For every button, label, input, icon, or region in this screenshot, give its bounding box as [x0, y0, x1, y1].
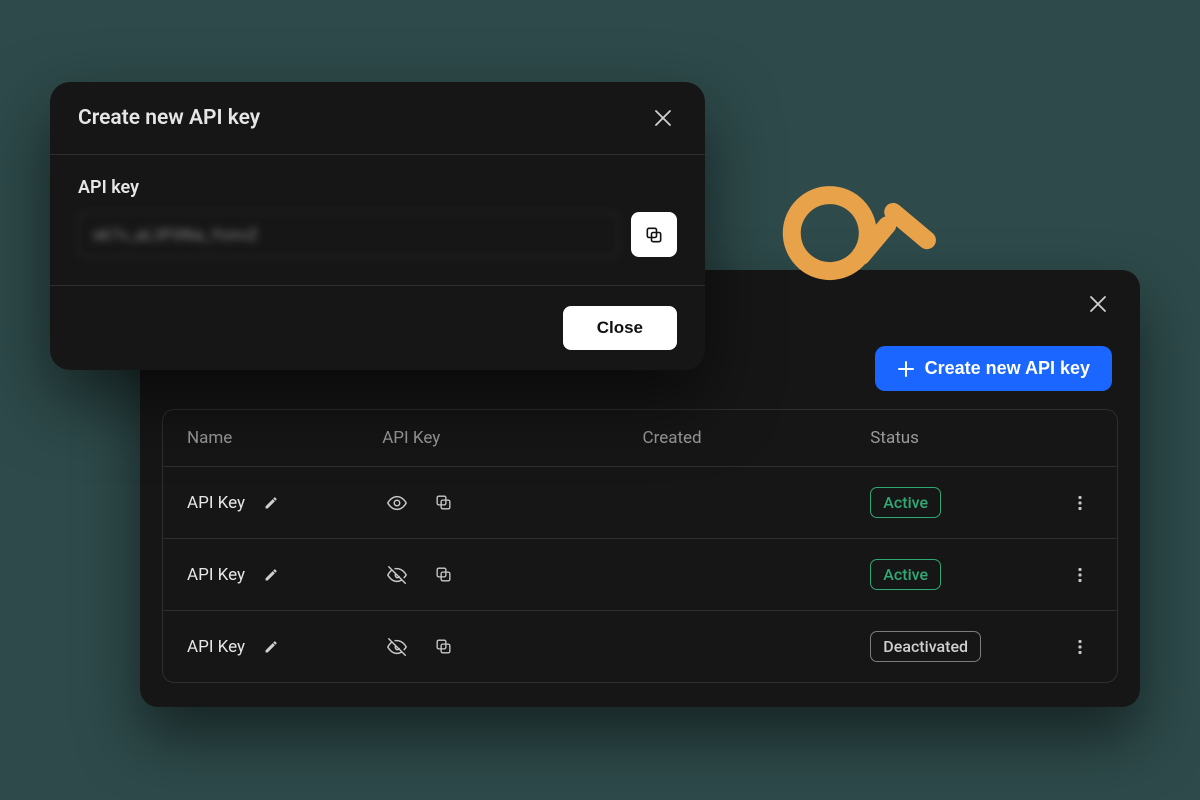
column-header-name: Name: [187, 428, 382, 448]
key-name: API Key: [187, 565, 245, 585]
eye-icon[interactable]: [382, 488, 412, 518]
api-keys-table: Name API Key Created Status API Key: [162, 409, 1118, 683]
close-button[interactable]: Close: [563, 306, 677, 350]
api-key-field-label: API key: [78, 177, 677, 198]
edit-icon[interactable]: [259, 490, 284, 515]
key-name: API Key: [187, 493, 245, 513]
close-icon[interactable]: [649, 104, 677, 132]
edit-icon[interactable]: [259, 562, 284, 587]
copy-icon[interactable]: [430, 489, 457, 516]
table-row: API Key Deactivated: [163, 610, 1117, 682]
dialog-title: Create new API key: [78, 106, 260, 130]
create-new-api-key-button[interactable]: Create new API key: [875, 346, 1112, 391]
edit-icon[interactable]: [259, 634, 284, 659]
key-name: API Key: [187, 637, 245, 657]
table-row: API Key Active: [163, 466, 1117, 538]
table-header-row: Name API Key Created Status: [163, 410, 1117, 466]
api-key-value[interactable]: sk7v_aL3F0Na_YonvZ: [78, 212, 619, 257]
column-header-created: Created: [643, 428, 871, 448]
copy-icon[interactable]: [430, 633, 457, 660]
column-header-status: Status: [870, 428, 1033, 448]
eye-off-icon[interactable]: [382, 560, 412, 590]
create-button-label: Create new API key: [925, 358, 1090, 379]
column-header-key: API Key: [382, 428, 642, 448]
status-badge: Active: [870, 487, 941, 518]
eye-off-icon[interactable]: [382, 632, 412, 662]
more-icon[interactable]: [1067, 490, 1093, 516]
table-row: API Key Active: [163, 538, 1117, 610]
more-icon[interactable]: [1067, 562, 1093, 588]
copy-button[interactable]: [631, 212, 677, 257]
status-badge: Active: [870, 559, 941, 590]
status-badge: Deactivated: [870, 631, 981, 662]
more-icon[interactable]: [1067, 634, 1093, 660]
copy-icon[interactable]: [430, 561, 457, 588]
close-icon[interactable]: [1084, 290, 1112, 318]
create-api-key-dialog: Create new API key API key sk7v_aL3F0Na_…: [50, 82, 705, 370]
